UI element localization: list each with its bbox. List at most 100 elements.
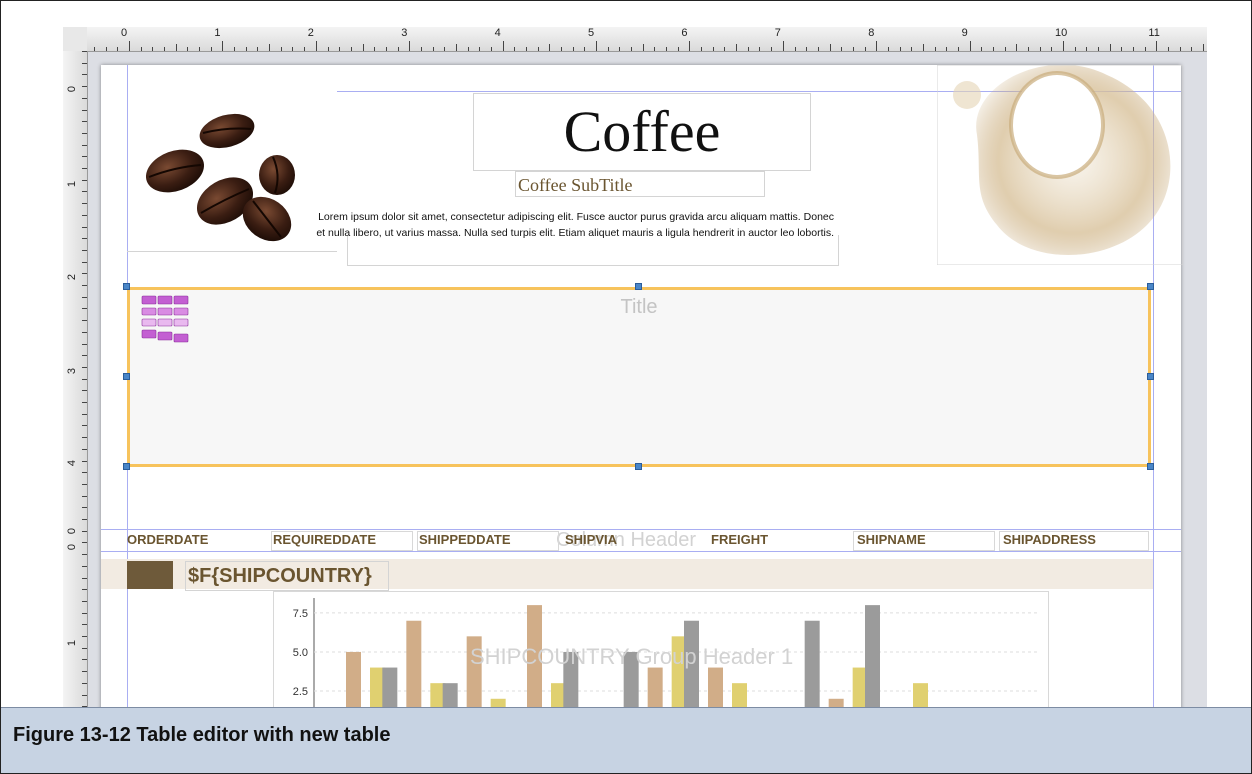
ruler-tick xyxy=(82,74,87,76)
column-header-shipaddress[interactable]: SHIPADDRESS xyxy=(1003,532,1096,547)
ruler-tick xyxy=(409,41,411,51)
ruler-tick xyxy=(315,41,317,51)
ruler-tick xyxy=(619,47,621,51)
column-header-requireddate[interactable]: REQUIREDDATE xyxy=(273,532,376,547)
ruler-tick xyxy=(385,47,387,51)
ruler-tick xyxy=(82,273,87,275)
ruler-tick xyxy=(140,47,142,51)
resize-handle[interactable] xyxy=(1147,463,1154,470)
ruler-number: 0 xyxy=(66,85,79,93)
ruler-tick xyxy=(1074,47,1076,51)
ruler-tick xyxy=(397,47,399,51)
chart-bar xyxy=(382,667,398,707)
ruler-tick xyxy=(841,47,843,51)
ruler-tick xyxy=(82,331,87,333)
ruler-tick xyxy=(82,495,87,497)
report-page: Coffee Coffee SubTitle Lorem ipsum dolor… xyxy=(101,65,1183,707)
column-header-freight[interactable]: FREIGHT xyxy=(711,532,768,547)
ruler-tick xyxy=(1168,47,1170,51)
ruler-tick xyxy=(1004,47,1006,51)
chart-bar xyxy=(442,683,458,707)
coffee-beans-image xyxy=(145,113,295,242)
ruler-tick xyxy=(82,402,87,403)
table-component[interactable]: Title xyxy=(127,287,1151,467)
ruler-tick xyxy=(1133,47,1135,51)
ruler-tick xyxy=(537,47,539,51)
ruler-tick xyxy=(82,624,87,626)
ruler-tick xyxy=(1179,47,1181,51)
ruler-tick xyxy=(82,636,87,637)
resize-handle[interactable] xyxy=(123,373,130,380)
ruler-number: 0 xyxy=(66,527,79,535)
resize-handle[interactable] xyxy=(123,283,130,290)
ruler-tick xyxy=(82,542,87,544)
ruler-tick xyxy=(82,156,87,158)
ruler-tick xyxy=(654,47,656,51)
ruler-tick xyxy=(736,44,738,51)
ruler-tick xyxy=(596,41,598,51)
resize-handle[interactable] xyxy=(123,463,130,470)
chart-bar xyxy=(828,698,844,707)
ruler-tick xyxy=(946,47,948,51)
ruler-tick xyxy=(82,320,87,322)
ruler-tick xyxy=(829,44,831,51)
report-designer-canvas: 0 1 2 3 4 5 6 7 8 9 10 11 01234001 Coffe… xyxy=(63,27,1207,707)
ruler-number: 0 xyxy=(66,543,79,551)
ruler-tick xyxy=(82,659,87,661)
ruler-tick xyxy=(82,612,87,614)
ruler-tick xyxy=(245,47,247,51)
ruler-tick xyxy=(82,238,87,240)
ruler-tick xyxy=(234,47,236,51)
ruler-tick xyxy=(82,483,87,485)
ruler-tick xyxy=(806,47,808,51)
column-header-orderdate[interactable]: ORDERDATE xyxy=(127,532,208,547)
column-header-shippeddate[interactable]: SHIPPEDDATE xyxy=(419,532,511,547)
ruler-tick xyxy=(82,437,87,439)
y-tick-label: 2.5 xyxy=(293,686,308,698)
ruler-tick xyxy=(280,47,282,51)
ruler-tick xyxy=(584,47,586,51)
report-description[interactable]: Lorem ipsum dolor sit amet, consectetur … xyxy=(308,209,836,265)
ruler-number: 2 xyxy=(66,273,79,281)
resize-handle[interactable] xyxy=(635,283,642,290)
ruler-tick xyxy=(782,41,784,51)
ruler-number: 9 xyxy=(961,27,968,39)
ruler-tick xyxy=(876,41,878,51)
ruler-tick xyxy=(899,47,901,51)
image-frame-line xyxy=(127,251,337,252)
ruler-tick xyxy=(992,47,994,51)
report-subtitle[interactable]: Coffee SubTitle xyxy=(515,171,765,197)
resize-handle[interactable] xyxy=(1147,373,1154,380)
ruler-tick xyxy=(82,565,87,567)
bar-chart[interactable]: 7.5 5.0 2.5 SHIPCOUNTRY Group Header 1 xyxy=(273,591,1049,707)
ruler-tick xyxy=(82,144,87,146)
ruler-tick xyxy=(327,47,329,51)
resize-handle[interactable] xyxy=(1147,283,1154,290)
ruler-tick xyxy=(129,41,131,51)
ruler-number: 0 xyxy=(121,27,128,39)
ruler-tick xyxy=(82,589,87,591)
ruler-tick xyxy=(549,44,551,51)
ruler-tick xyxy=(1039,47,1041,51)
ruler-tick xyxy=(82,366,87,368)
ruler-number: 1 xyxy=(214,27,221,39)
ruler-tick xyxy=(82,530,87,532)
ruler-tick xyxy=(631,47,633,51)
chart-bar xyxy=(490,698,506,707)
ruler-tick xyxy=(304,47,306,51)
ruler-tick xyxy=(1016,44,1018,51)
resize-handle[interactable] xyxy=(635,463,642,470)
group-header-band: $F{SHIPCOUNTRY} xyxy=(101,559,1153,591)
ruler-tick xyxy=(864,47,866,51)
ruler-tick xyxy=(152,47,154,51)
shipcountry-field[interactable]: $F{SHIPCOUNTRY} xyxy=(185,561,389,591)
column-header-shipname[interactable]: SHIPNAME xyxy=(857,532,926,547)
chart-bar xyxy=(623,651,639,707)
ruler-tick xyxy=(1086,47,1088,51)
column-header-shipvia[interactable]: SHIPVIA xyxy=(565,532,617,547)
ruler-tick xyxy=(199,47,201,51)
ruler-tick xyxy=(82,214,87,216)
color-swatch xyxy=(127,561,173,589)
ruler-tick xyxy=(82,671,87,673)
report-title[interactable]: Coffee xyxy=(473,93,811,171)
